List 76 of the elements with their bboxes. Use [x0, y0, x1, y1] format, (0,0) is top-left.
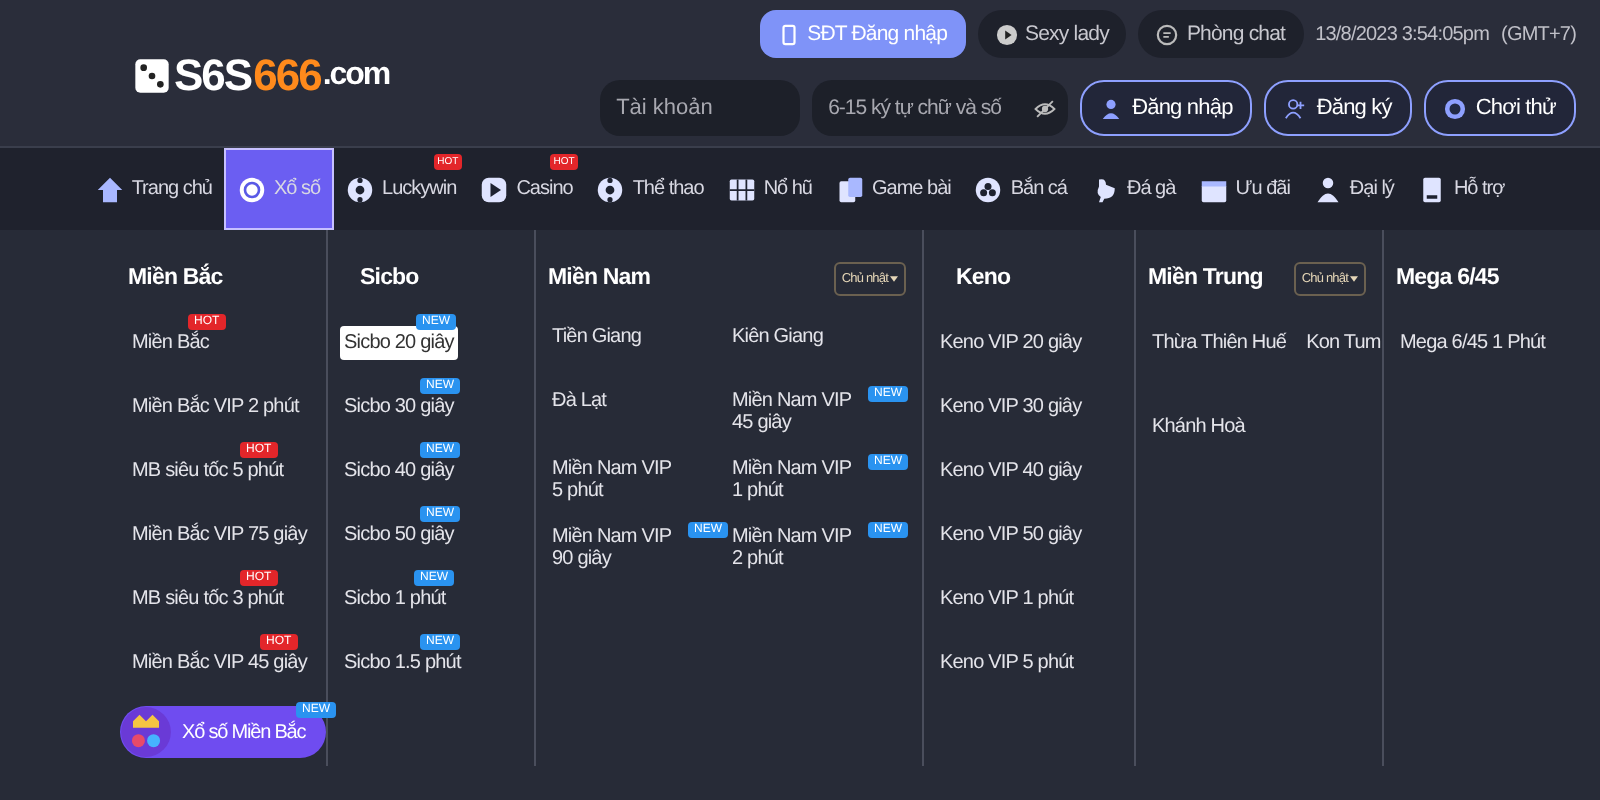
dice-icon [132, 56, 172, 96]
game-link[interactable]: Miền Nam VIP 90 giây [548, 522, 680, 574]
game-link[interactable]: Miền Bắc VIP 75 giây [128, 520, 311, 550]
card-icon [836, 175, 864, 203]
password-box[interactable]: 6-15 ký tự chữ và số [812, 80, 1069, 136]
game-link[interactable]: Sicbo 20 giây [340, 326, 458, 360]
game-link[interactable]: Sicbo 40 giây [340, 456, 458, 486]
column-title: Sicbo [358, 266, 419, 290]
game-link[interactable]: Miền Nam VIP 2 phút [728, 522, 860, 574]
game-link[interactable]: Sicbo 1.5 phút [340, 648, 465, 678]
game-link[interactable]: Keno VIP 30 giây [936, 392, 1086, 422]
person-icon [1313, 175, 1342, 203]
game-link[interactable]: Miền Nam VIP 1 phút [728, 454, 860, 506]
coin-icon [237, 175, 266, 203]
password-field[interactable]: 6-15 ký tự chữ và số [828, 96, 1029, 120]
club-icon [974, 175, 1003, 203]
game-link[interactable]: Tiền Giang [548, 322, 646, 352]
game-link[interactable]: Miền Nam VIP 5 phút [548, 454, 684, 506]
login-button[interactable]: Đăng nhập [1080, 80, 1253, 136]
game-link[interactable]: Miền Bắc [128, 328, 213, 358]
add-person-icon [1284, 97, 1307, 119]
date-time: 13/8/2023 3:54:05pm [1315, 23, 1490, 45]
nav-tab[interactable]: Bắn cá [962, 148, 1079, 230]
game-link[interactable]: Kiên Giang [728, 322, 827, 352]
nav-tab[interactable]: Đá gà [1079, 148, 1188, 230]
column-title: Miền Nam [548, 266, 651, 290]
play-icon [480, 175, 509, 203]
game-link[interactable]: Miền Bắc VIP 45 giây [128, 648, 311, 678]
site-logo[interactable]: S6S666.com [132, 32, 390, 120]
timezone: (GMT+7) [1501, 23, 1576, 45]
house-icon [95, 175, 124, 203]
column-title: Miền Bắc [128, 266, 223, 290]
phone-icon [777, 23, 800, 45]
game-link[interactable]: Sicbo 1 phút [340, 584, 450, 614]
nav-tab[interactable]: Thể thao [584, 148, 716, 230]
caret-icon [890, 275, 898, 281]
chat-icon [1156, 23, 1179, 45]
nav-tab[interactable]: Game bài [824, 148, 963, 230]
column-title: Keno [954, 266, 1011, 290]
game-link[interactable]: Thừa Thiên Huế [1148, 328, 1291, 358]
game-link[interactable]: Đà Lạt [548, 386, 611, 416]
game-link[interactable]: Keno VIP 20 giây [936, 328, 1086, 358]
nav-tab[interactable]: Ưu đãi [1187, 148, 1302, 230]
column-title: Miền Trung [1148, 266, 1263, 290]
game-link[interactable]: Keno VIP 5 phút [936, 648, 1078, 678]
soccer-ball-icon [596, 175, 625, 203]
column-title: Mega 6/45 [1396, 266, 1499, 290]
nav-tab[interactable]: Hỗ trợ [1405, 148, 1517, 230]
game-link[interactable]: MB siêu tốc 5 phút [128, 456, 288, 486]
account-field[interactable]: Tài khoản [600, 80, 801, 136]
grid-icon [727, 175, 756, 203]
nav-tab[interactable]: Đại lý [1301, 148, 1406, 230]
top-link[interactable]: Phòng chat [1138, 10, 1304, 58]
game-link[interactable]: Miền Nam VIP 45 giây [728, 386, 860, 438]
hidden-eye-icon[interactable] [1034, 97, 1057, 119]
nav-tab[interactable]: Nổ hũ [715, 148, 824, 230]
caret-icon [1350, 275, 1358, 281]
top-link[interactable]: Sexy lady [977, 10, 1127, 58]
nav-tab[interactable]: Trang chủ [83, 148, 224, 230]
book-icon [1417, 175, 1446, 203]
game-link[interactable]: Khánh Hoà [1148, 412, 1249, 442]
game-link[interactable]: Miền Bắc VIP 2 phút [128, 392, 303, 422]
ball-icon [346, 175, 375, 203]
game-link[interactable]: Sicbo 30 giây [340, 392, 458, 422]
game-link[interactable]: Keno VIP 1 phút [936, 584, 1078, 614]
person-icon [1100, 97, 1123, 119]
game-link[interactable]: Kon Tum [1302, 328, 1385, 358]
game-link[interactable]: MB siêu tốc 3 phút [128, 584, 288, 614]
game-link[interactable]: Keno VIP 40 giây [936, 456, 1086, 486]
register-button[interactable]: Đăng ký [1264, 80, 1412, 136]
lottery-balls-icon [120, 706, 172, 758]
game-link[interactable]: Keno VIP 50 giây [936, 520, 1086, 550]
trial-button[interactable]: Chơi thử [1423, 80, 1576, 136]
play-icon [995, 23, 1018, 45]
game-link[interactable]: Mega 6/45 1 Phút [1396, 328, 1550, 358]
game-link[interactable]: Sicbo 50 giây [340, 520, 458, 550]
